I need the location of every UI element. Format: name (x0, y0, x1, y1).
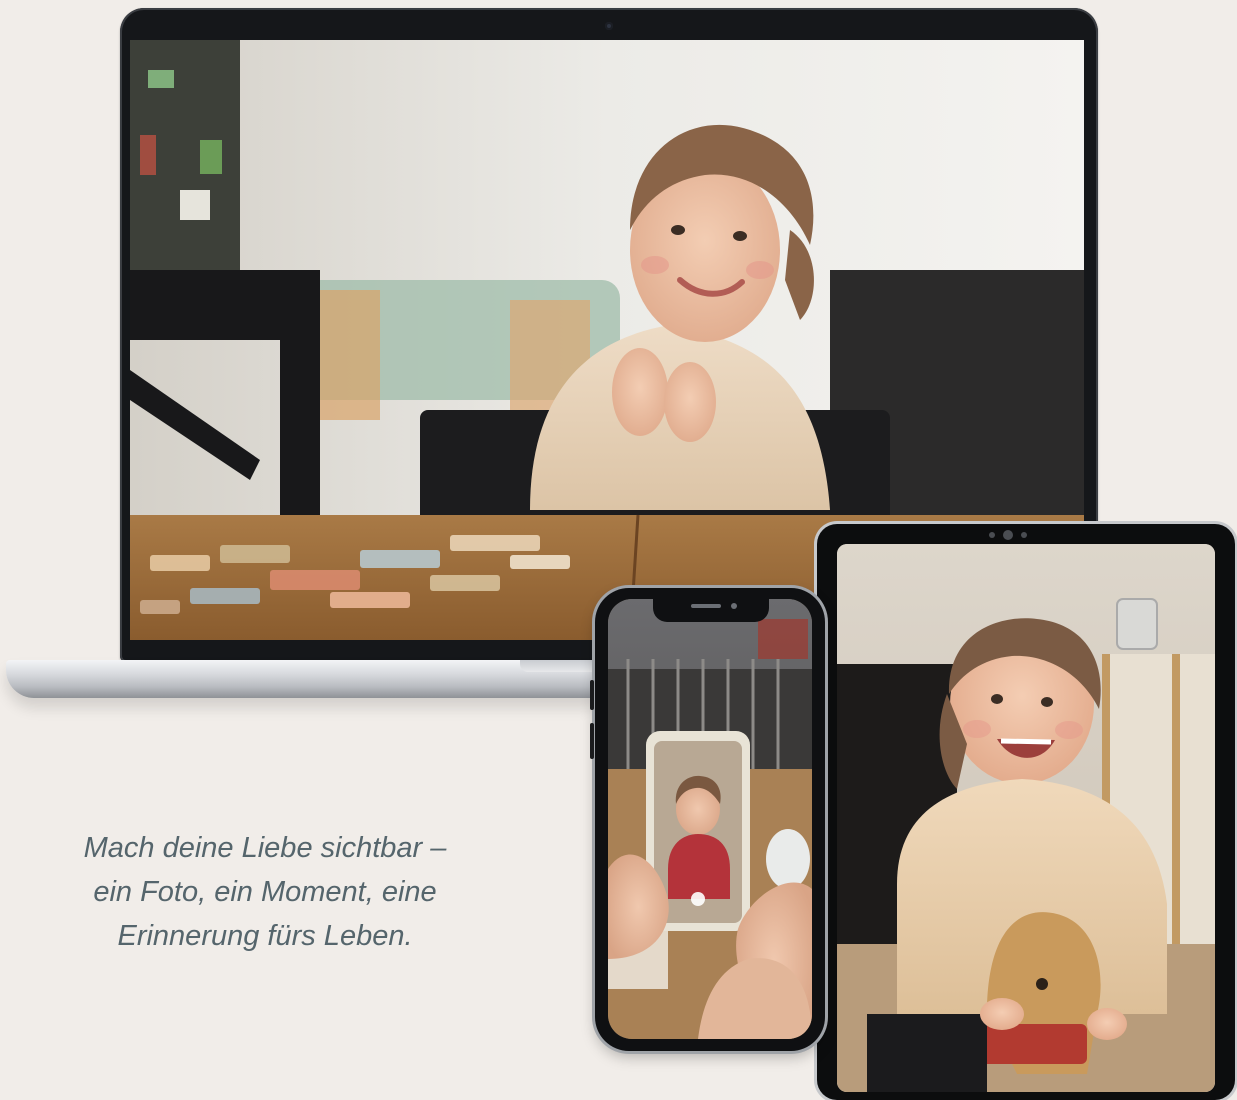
phone-camera-icon (731, 603, 737, 609)
caption-line-3: Erinnerung fürs Leben. (117, 920, 413, 952)
phone-notch (653, 598, 769, 622)
caption-line-1: Mach deine Liebe sichtbar – (83, 832, 447, 864)
tablet-photo (837, 544, 1215, 1092)
tablet-device (817, 524, 1235, 1100)
laptop-hinge-notch (520, 660, 600, 672)
tablet-camera-icon (1003, 530, 1013, 540)
phone-side-button (590, 723, 594, 759)
phone-speaker-icon (691, 604, 721, 608)
laptop-base (6, 660, 606, 698)
caption-quote: Mach deine Liebe sichtbar – ein Foto, ei… (40, 826, 490, 958)
phone-screen (608, 599, 812, 1039)
phone-side-button (590, 680, 594, 710)
tablet-sensor-icon (989, 532, 995, 538)
tablet-sensor-icon (1021, 532, 1027, 538)
phone-device (590, 588, 825, 1051)
laptop-camera-icon (605, 22, 613, 30)
phone-photo (608, 599, 812, 1039)
tablet-screen (837, 544, 1215, 1092)
caption-line-2: ein Foto, ein Moment, eine (93, 876, 437, 908)
